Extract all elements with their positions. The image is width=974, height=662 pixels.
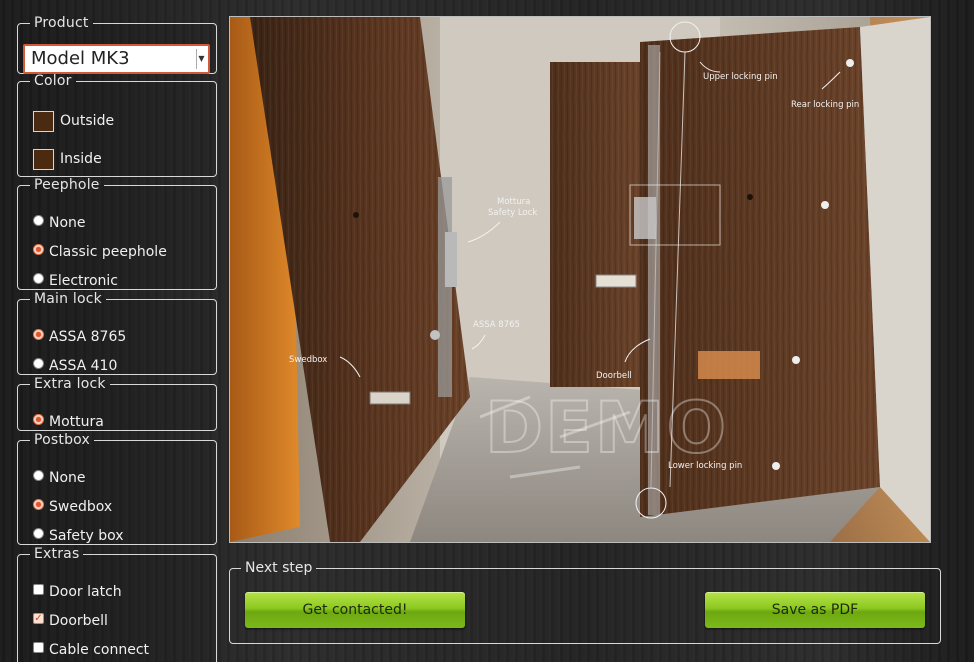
radio-button-selected[interactable] xyxy=(33,498,44,510)
extra-lock-legend: Extra lock xyxy=(34,376,106,392)
option-label: Door latch xyxy=(49,584,122,600)
option-label: ASSA 8765 xyxy=(49,329,127,345)
color-legend: Color xyxy=(34,73,72,89)
peephole-option-none[interactable]: None xyxy=(33,213,86,233)
callout-assa-lock: ASSA 8765 xyxy=(473,320,520,330)
extras-group: Extras Door latch ✓ Doorbell Cable conne… xyxy=(17,546,217,662)
extras-option-doorbell[interactable]: ✓ Doorbell xyxy=(33,611,108,631)
color-group: Color Outside Inside xyxy=(17,73,217,177)
option-label: None xyxy=(49,215,86,231)
extra-lock-group: Extra lock Mottura xyxy=(17,376,217,431)
main-lock-option-assa8765[interactable]: ASSA 8765 xyxy=(33,327,126,347)
callout-swedbox: Swedbox xyxy=(289,355,327,365)
door-preview-image: DEMO Upper locking pin Rear locking pin … xyxy=(229,16,931,543)
option-label: Doorbell xyxy=(49,613,108,629)
radio-button[interactable] xyxy=(33,272,44,284)
peephole-legend: Peephole xyxy=(34,177,100,193)
option-label: Cable connect xyxy=(49,642,150,658)
peephole-group: Peephole None Classic peephole Electroni… xyxy=(17,177,217,290)
callout-doorbell: Doorbell xyxy=(596,371,632,381)
product-legend: Product xyxy=(34,15,89,31)
option-label: Safety box xyxy=(49,528,124,544)
save-as-pdf-button[interactable]: Save as PDF xyxy=(705,592,925,628)
radio-button[interactable] xyxy=(33,527,44,539)
radio-button-selected[interactable] xyxy=(33,243,44,255)
inside-color-swatch[interactable] xyxy=(33,148,54,170)
chevron-down-icon: ▼ xyxy=(196,49,206,69)
callout-mottura: Mottura xyxy=(497,197,530,207)
extras-option-door-latch[interactable]: Door latch xyxy=(33,582,122,602)
peephole-option-electronic[interactable]: Electronic xyxy=(33,271,118,291)
radio-button-selected[interactable] xyxy=(33,328,44,340)
radio-button[interactable] xyxy=(33,469,44,481)
checkbox[interactable] xyxy=(33,583,44,595)
outside-color-swatch[interactable] xyxy=(33,110,54,132)
radio-button[interactable] xyxy=(33,214,44,226)
callout-safety-lock: Safety Lock xyxy=(488,208,537,218)
postbox-legend: Postbox xyxy=(34,432,90,448)
outside-label: Outside xyxy=(60,113,115,129)
postbox-option-swedbox[interactable]: Swedbox xyxy=(33,497,112,517)
option-label: Swedbox xyxy=(49,499,113,515)
option-label: ASSA 410 xyxy=(49,358,118,374)
product-select[interactable]: Model MK3 ▼ xyxy=(23,44,210,74)
radio-button-selected[interactable] xyxy=(33,413,44,425)
checkmark-icon: ✓ xyxy=(34,612,43,624)
color-inside-option[interactable]: Inside xyxy=(33,148,102,170)
postbox-option-none[interactable]: None xyxy=(33,468,86,488)
door-render: DEMO Upper locking pin Rear locking pin … xyxy=(230,17,930,542)
product-select-value: Model MK3 xyxy=(31,48,130,69)
peephole-option-classic[interactable]: Classic peephole xyxy=(33,242,167,262)
checkbox[interactable] xyxy=(33,641,44,653)
postbox-option-safety-box[interactable]: Safety box xyxy=(33,526,124,546)
postbox-group: Postbox None Swedbox Safety box xyxy=(17,432,217,545)
extras-legend: Extras xyxy=(34,546,80,562)
main-lock-legend: Main lock xyxy=(34,291,102,307)
inside-label: Inside xyxy=(60,151,102,167)
option-label: None xyxy=(49,470,86,486)
main-lock-option-assa410[interactable]: ASSA 410 xyxy=(33,356,117,376)
watermark-text: DEMO xyxy=(485,387,728,469)
main-lock-group: Main lock ASSA 8765 ASSA 410 xyxy=(17,291,217,375)
option-label: Classic peephole xyxy=(49,244,167,260)
callout-rear-locking-pin: Rear locking pin xyxy=(791,100,859,110)
extra-lock-option-mottura[interactable]: Mottura xyxy=(33,412,104,432)
callout-upper-locking-pin: Upper locking pin xyxy=(703,72,778,82)
callout-lower-locking-pin: Lower locking pin xyxy=(668,461,742,471)
option-label: Electronic xyxy=(49,273,119,289)
radio-button[interactable] xyxy=(33,357,44,369)
get-contacted-button[interactable]: Get contacted! xyxy=(245,592,465,628)
option-label: Mottura xyxy=(49,414,104,430)
next-step-legend: Next step xyxy=(245,560,313,576)
color-outside-option[interactable]: Outside xyxy=(33,110,115,132)
product-group: Product Model MK3 ▼ xyxy=(17,15,217,74)
extras-option-cable-connect[interactable]: Cable connect xyxy=(33,640,149,660)
checkbox-checked[interactable]: ✓ xyxy=(33,612,44,624)
